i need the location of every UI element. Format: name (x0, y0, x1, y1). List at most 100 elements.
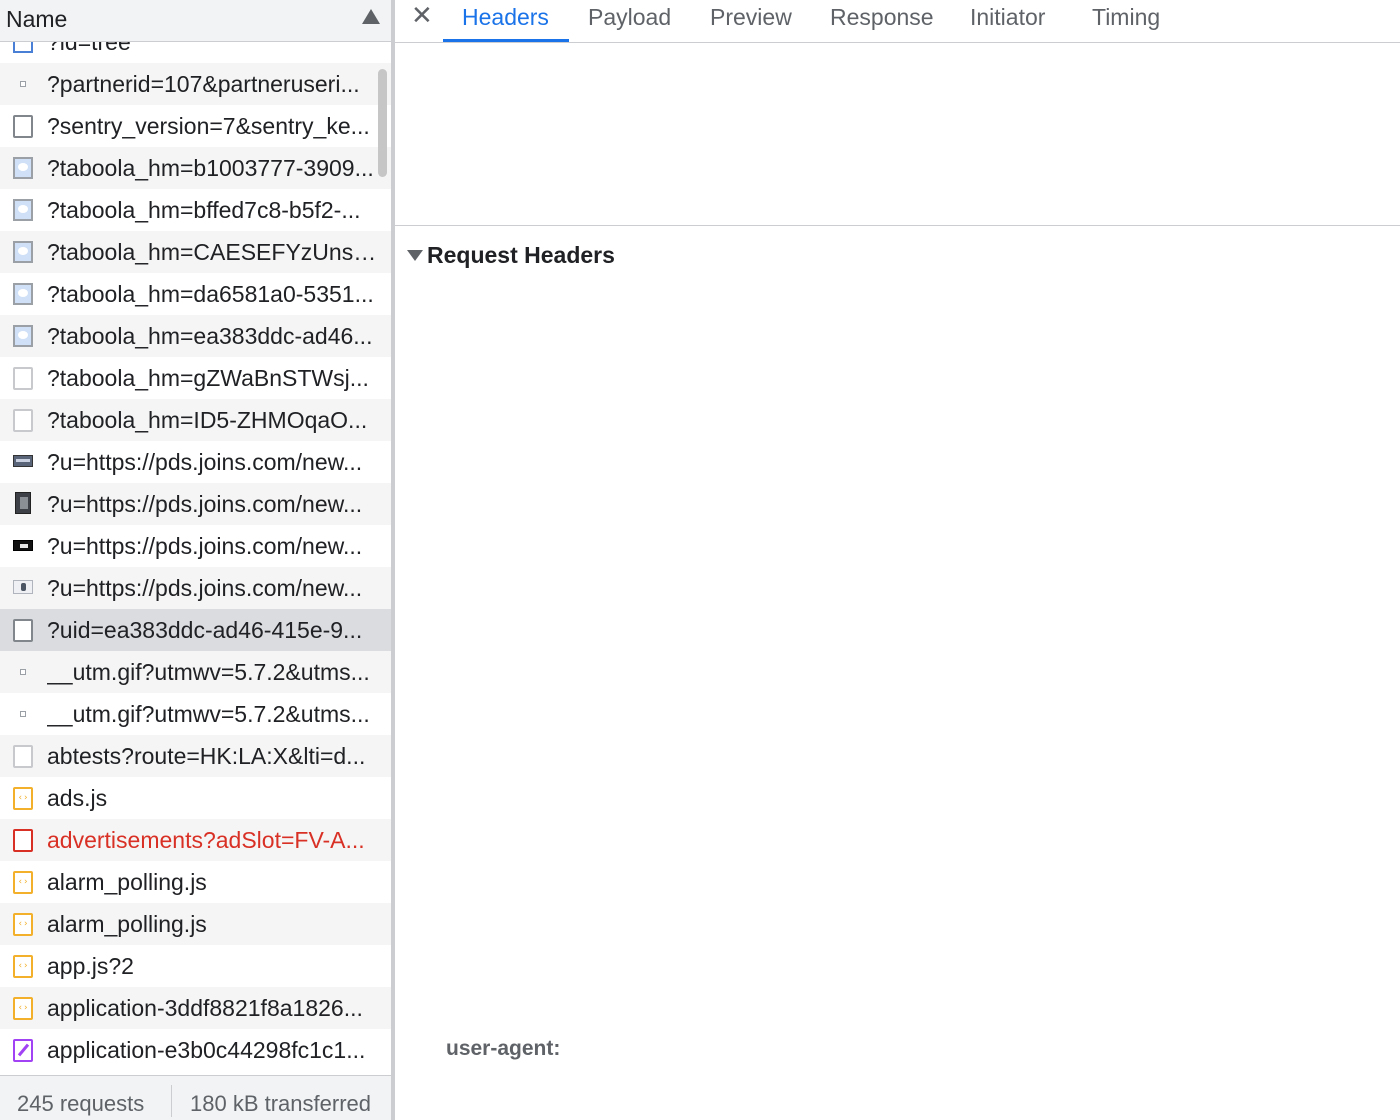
document-icon (13, 745, 33, 768)
pixel-icon (20, 669, 26, 675)
script-icon: ‹› (13, 871, 33, 894)
request-name: ?sentry_version=7&sentry_ke... (47, 113, 370, 139)
request-name: abtests?route=HK:LA:X&lti=d... (47, 743, 366, 769)
script-icon: ‹› (13, 955, 33, 978)
thumbnail-icon (15, 492, 31, 514)
image-icon (13, 42, 33, 53)
document-icon (13, 115, 33, 138)
thumbnail-icon (13, 540, 33, 551)
request-row[interactable]: application-e3b0c44298fc1c1... (0, 1029, 391, 1071)
image-icon (13, 199, 33, 221)
request-name: alarm_polling.js (47, 869, 207, 895)
request-row-error[interactable]: advertisements?adSlot=FV-A... (0, 819, 391, 861)
request-name: ?partnerid=107&partneruseri... (47, 71, 360, 97)
request-name: ?u=https://pds.joins.com/new... (47, 491, 363, 517)
request-row[interactable]: ?taboola_hm=CAESEFYzUnsa... (0, 231, 391, 273)
request-row[interactable]: abtests?route=HK:LA:X&lti=d... (0, 735, 391, 777)
request-row-selected[interactable]: ?uid=ea383ddc-ad46-415e-9... (0, 609, 391, 651)
request-row[interactable]: ?taboola_hm=bffed7c8-b5f2-... (0, 189, 391, 231)
image-icon (13, 283, 33, 305)
script-icon: ‹› (13, 913, 33, 936)
document-icon (13, 619, 33, 642)
tab-timing[interactable]: Timing (1092, 4, 1160, 42)
request-row[interactable]: ‹› application-3ddf8821f8a1826... (0, 987, 391, 1029)
request-name: application-3ddf8821f8a1826... (47, 995, 363, 1021)
thumbnail-icon (13, 455, 33, 467)
active-tab-indicator (443, 39, 569, 42)
request-row[interactable]: ?id=tree (0, 42, 391, 63)
tab-initiator[interactable]: Initiator (970, 4, 1045, 42)
script-icon: ‹› (13, 787, 33, 810)
request-row[interactable]: ?u=https://pds.joins.com/new... (0, 441, 391, 483)
request-row[interactable]: ?u=https://pds.joins.com/new... (0, 525, 391, 567)
request-row[interactable]: ?taboola_hm=ea383ddc-ad46... (0, 315, 391, 357)
request-row[interactable]: __utm.gif?utmwv=5.7.2&utms... (0, 651, 391, 693)
request-name: ?taboola_hm=gZWaBnSTWsj... (47, 365, 369, 391)
request-row[interactable]: ‹› alarm_polling.js (0, 861, 391, 903)
request-list-scrollbar[interactable] (377, 45, 389, 1070)
script-icon: ‹› (13, 997, 33, 1020)
request-row[interactable]: ?taboola_hm=da6581a0-5351... (0, 273, 391, 315)
request-name: ?taboola_hm=ID5-ZHMOqaO... (47, 407, 368, 433)
pixel-icon (20, 711, 26, 717)
image-icon (13, 157, 33, 179)
request-name: app.js?2 (47, 953, 134, 979)
request-name: ?u=https://pds.joins.com/new... (47, 575, 363, 601)
request-row[interactable]: ‹› app.js?2 (0, 945, 391, 987)
request-name: alarm_polling.js (47, 911, 207, 937)
image-icon (13, 241, 33, 263)
request-name: ?uid=ea383ddc-ad46-415e-9... (47, 617, 363, 643)
document-icon (13, 367, 33, 390)
triangle-up-icon[interactable] (362, 9, 380, 24)
request-name: __utm.gif?utmwv=5.7.2&utms... (47, 701, 370, 727)
request-row[interactable]: ?sentry_version=7&sentry_ke... (0, 105, 391, 147)
request-name: ?u=https://pds.joins.com/new... (47, 533, 363, 559)
request-row[interactable]: ?taboola_hm=gZWaBnSTWsj... (0, 357, 391, 399)
document-icon (13, 409, 33, 432)
request-name: application-e3b0c44298fc1c1... (47, 1037, 366, 1063)
scrollbar-thumb[interactable] (378, 69, 387, 177)
request-name: ?taboola_hm=da6581a0-5351... (47, 281, 374, 307)
request-details-panel: ✕ Headers Payload Preview Response Initi… (395, 0, 1400, 1120)
transferred-size: 180 kB transferred (190, 1091, 371, 1116)
details-tab-bar: ✕ Headers Payload Preview Response Initi… (395, 0, 1400, 43)
request-name: __utm.gif?utmwv=5.7.2&utms... (47, 659, 370, 685)
section-title: Request Headers (427, 242, 615, 268)
request-count: 245 requests (17, 1091, 145, 1116)
pixel-icon (20, 81, 26, 87)
triangle-down-icon[interactable] (407, 250, 423, 261)
tab-preview[interactable]: Preview (710, 4, 792, 42)
general-section (395, 43, 1400, 226)
header-name: user-agent: (446, 1037, 561, 1060)
request-list: ?id=tree ?partnerid=107&partneruseri... … (0, 42, 391, 1075)
stylesheet-icon (13, 1039, 33, 1062)
tab-payload[interactable]: Payload (588, 4, 671, 42)
image-icon (13, 325, 33, 347)
request-name: ?taboola_hm=b1003777-3909... (47, 155, 374, 181)
request-row[interactable]: ?u=https://pds.joins.com/new... (0, 483, 391, 525)
thumbnail-icon (13, 580, 33, 594)
request-row[interactable]: ‹› alarm_polling.js (0, 903, 391, 945)
request-name: advertisements?adSlot=FV-A... (47, 827, 365, 853)
request-name: ?u=https://pds.joins.com/new... (47, 449, 363, 475)
request-name: ?taboola_hm=bffed7c8-b5f2-... (47, 197, 361, 223)
request-list-panel: Name ?id=tree ?partnerid=107&partneruser… (0, 0, 391, 1120)
request-name: ads.js (47, 785, 108, 811)
request-name: ?taboola_hm=ea383ddc-ad46... (47, 323, 373, 349)
error-document-icon (13, 829, 33, 852)
network-status-bar: 245 requests 180 kB transferred (0, 1075, 391, 1120)
status-divider (171, 1085, 172, 1117)
request-name: ?id=tree (47, 42, 131, 55)
request-row[interactable]: ?taboola_hm=b1003777-3909... (0, 147, 391, 189)
request-row[interactable]: ?u=https://pds.joins.com/new... (0, 567, 391, 609)
tab-response[interactable]: Response (830, 4, 934, 42)
request-name: ?taboola_hm=CAESEFYzUnsa... (47, 239, 381, 265)
close-icon[interactable]: ✕ (411, 2, 433, 28)
tab-headers[interactable]: Headers (462, 4, 549, 42)
request-row[interactable]: __utm.gif?utmwv=5.7.2&utms... (0, 693, 391, 735)
request-row[interactable]: ‹› ads.js (0, 777, 391, 819)
name-column-header[interactable]: Name (0, 0, 391, 42)
request-row[interactable]: ?partnerid=107&partneruseri... (0, 63, 391, 105)
request-row[interactable]: ?taboola_hm=ID5-ZHMOqaO... (0, 399, 391, 441)
name-column-label: Name (6, 6, 68, 32)
